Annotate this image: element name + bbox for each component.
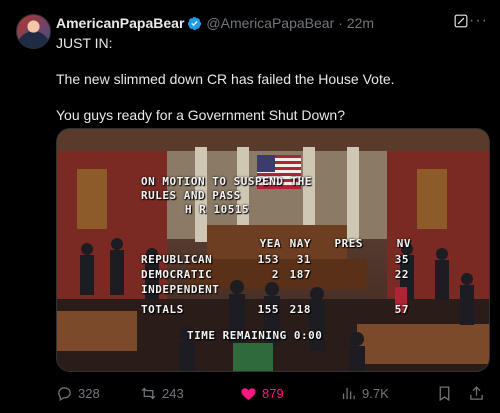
board-motion-line: ON MOTION TO SUSPEND THE xyxy=(141,175,312,188)
board-col-header: YEA xyxy=(259,237,281,250)
board-party: REPUBLICAN xyxy=(141,253,213,266)
board-col-header: PRES xyxy=(334,237,363,250)
like-count: 879 xyxy=(262,385,284,401)
reply-count: 328 xyxy=(78,385,100,401)
board-col-header: NV xyxy=(396,237,411,250)
board-col-header: NAY xyxy=(289,237,311,250)
views-count: 9.7K xyxy=(362,385,389,401)
verified-badge-icon xyxy=(188,16,202,30)
author-name[interactable]: AmericanPapaBear xyxy=(56,15,184,31)
heart-icon xyxy=(241,387,256,400)
board-nay: 31 xyxy=(296,253,311,266)
board-nv: 35 xyxy=(394,253,409,266)
repost-button[interactable]: 243 xyxy=(140,385,240,402)
post-time[interactable]: · 22m xyxy=(338,15,374,31)
post-paragraph: JUST IN: xyxy=(56,35,113,51)
board-party: DEMOCRATIC xyxy=(141,268,213,281)
reply-icon xyxy=(58,386,71,401)
avatar[interactable] xyxy=(16,14,51,49)
board-bill-number: H R 10515 xyxy=(185,203,250,216)
reply-button[interactable]: 328 xyxy=(56,385,140,402)
post-header: AmericanPapaBear @AmericaPapaBear · 22m xyxy=(56,14,486,32)
vote-board: ON MOTION TO SUSPEND THE RULES AND PASS … xyxy=(141,175,411,350)
board-motion-line: RULES AND PASS xyxy=(141,189,241,202)
video-media[interactable]: ON MOTION TO SUSPEND THE RULES AND PASS … xyxy=(56,128,490,372)
action-bar: 328 243 879 9.7K xyxy=(56,383,490,403)
board-nv: 22 xyxy=(394,268,409,281)
board-nay: 187 xyxy=(289,268,311,281)
board-yea: 2 xyxy=(271,268,279,281)
board-time-remaining: TIME REMAINING 0:00 xyxy=(187,329,323,342)
grok-icon[interactable] xyxy=(454,14,468,28)
views-icon xyxy=(342,387,355,399)
board-nv: 57 xyxy=(394,303,409,316)
bookmark-button[interactable] xyxy=(436,385,458,402)
share-button[interactable] xyxy=(468,385,490,402)
post-text: JUST IN: The new slimmed down CR has fai… xyxy=(56,34,486,124)
board-party: INDEPENDENT xyxy=(141,283,220,296)
more-options-icon[interactable]: ··· xyxy=(469,12,488,30)
post-paragraph: The new slimmed down CR has failed the H… xyxy=(56,71,395,87)
board-nay: 218 xyxy=(289,303,311,316)
share-icon xyxy=(470,385,483,400)
board-party: TOTALS xyxy=(141,303,184,316)
views-button[interactable]: 9.7K xyxy=(340,385,436,402)
like-button[interactable]: 879 xyxy=(240,385,340,402)
post-paragraph: You guys ready for a Government Shut Dow… xyxy=(56,107,345,123)
bookmark-icon xyxy=(439,385,450,401)
board-yea: 153 xyxy=(257,253,279,266)
board-yea: 155 xyxy=(257,303,279,316)
author-handle[interactable]: @AmericaPapaBear xyxy=(206,15,334,31)
repost-count: 243 xyxy=(162,385,184,401)
repost-icon xyxy=(141,387,156,399)
